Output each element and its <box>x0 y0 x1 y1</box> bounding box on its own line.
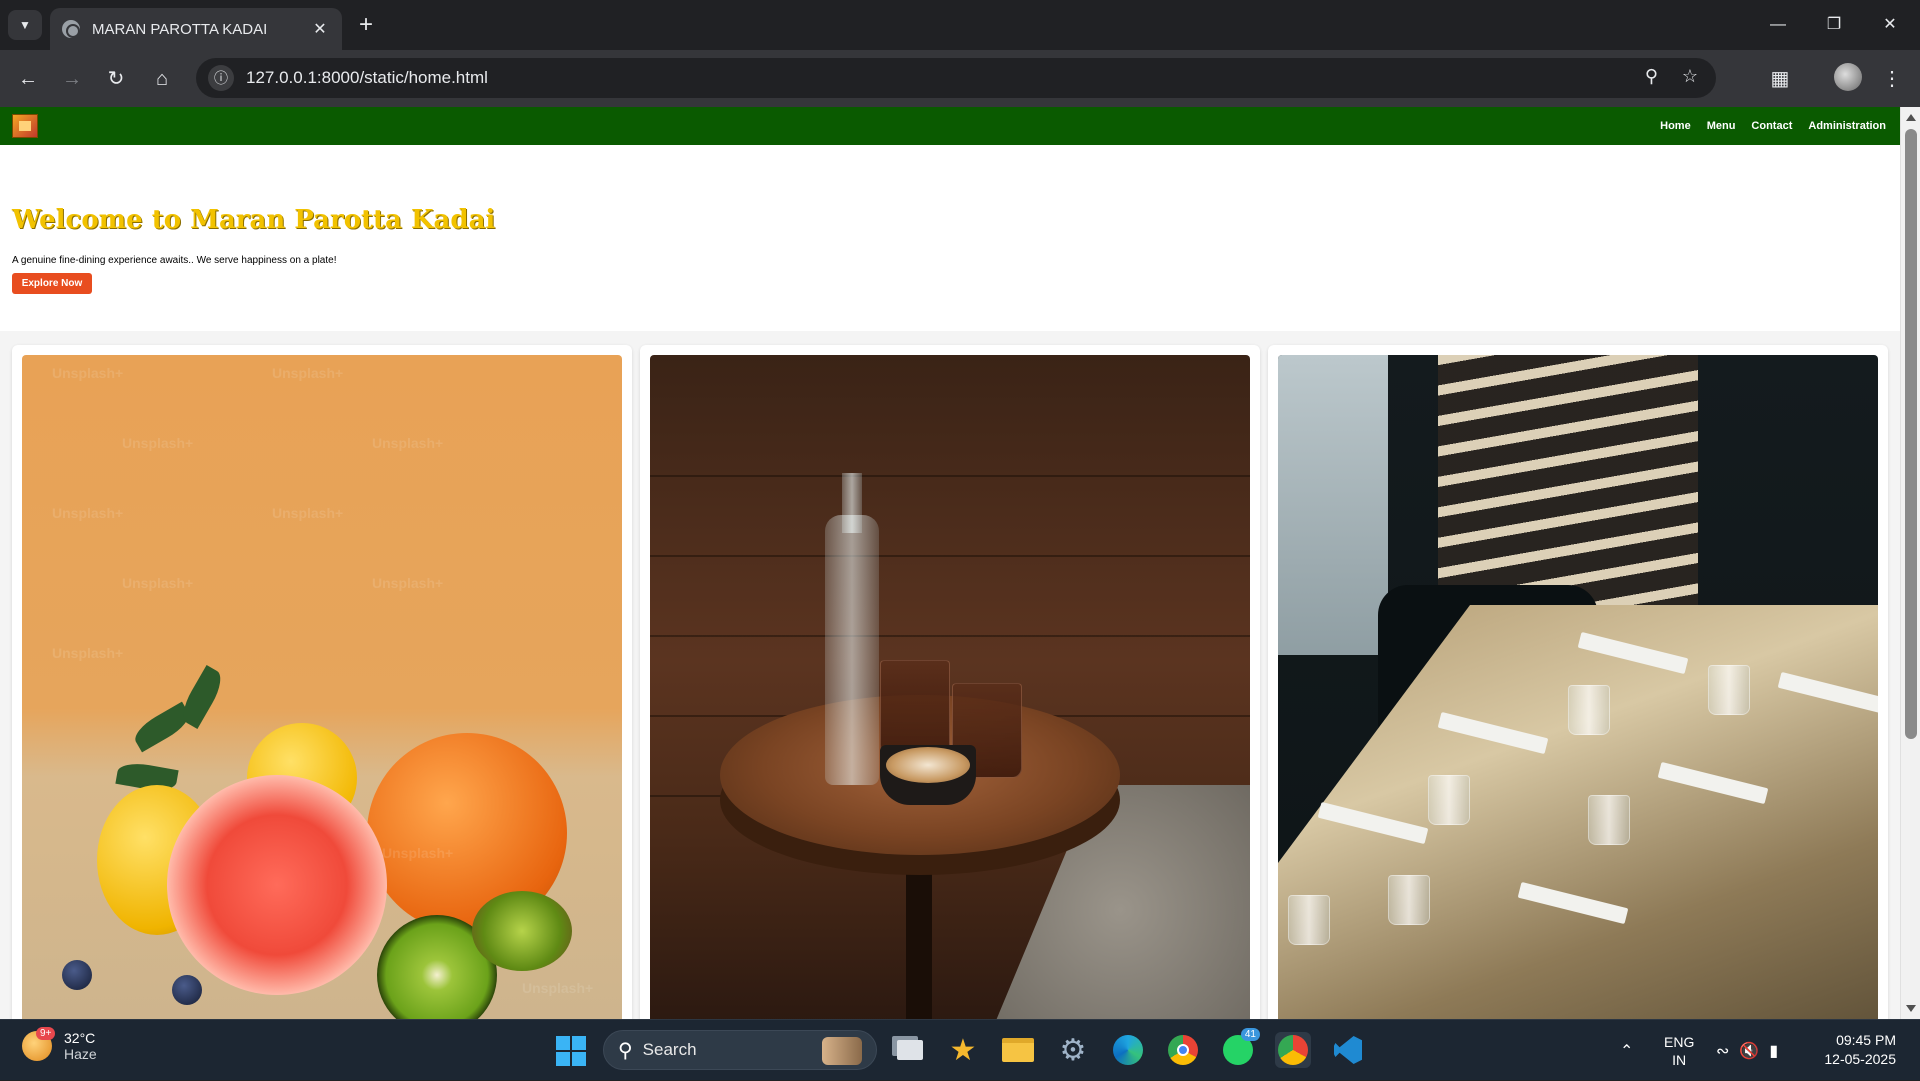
kebab-menu-icon[interactable]: ⋮ <box>1876 63 1908 95</box>
taskbar-search[interactable]: ⚲ Search <box>603 1030 877 1070</box>
new-tab-button[interactable]: + <box>352 12 380 40</box>
minimize-button[interactable]: — <box>1750 8 1806 42</box>
search-label: Search <box>642 1040 697 1059</box>
browser-toolbar: ← → ↻ ⌂ ⓘ 127.0.0.1:8000/static/home.htm… <box>0 50 1920 107</box>
citrus-fruit-photo: Unsplash+ Unsplash+ Unsplash+ Unsplash+ … <box>22 355 622 1019</box>
home-button[interactable]: ⌂ <box>146 63 178 95</box>
forward-button[interactable]: → <box>56 63 88 95</box>
extensions-icon[interactable]: ▦ <box>1764 63 1796 95</box>
site-logo[interactable] <box>12 114 38 138</box>
watermark-text: Unsplash+ <box>522 980 594 996</box>
browser-tab[interactable]: MARAN PAROTTA KADAI ✕ <box>50 8 342 50</box>
hero-section: Welcome to Maran Parotta Kadai A genuine… <box>0 145 1900 331</box>
file-explorer-icon[interactable] <box>1000 1032 1036 1068</box>
explore-now-button[interactable]: Explore Now <box>12 273 92 294</box>
site-info-icon[interactable]: ⓘ <box>208 65 234 91</box>
task-view-icon[interactable] <box>892 1032 928 1068</box>
windows-start-button[interactable] <box>556 1036 586 1066</box>
restaurant-table-photo <box>1278 355 1878 1019</box>
watermark-text: Unsplash+ <box>52 505 124 521</box>
chevron-down-icon: ▼ <box>19 18 31 32</box>
close-icon[interactable]: ✕ <box>310 19 330 39</box>
url-text[interactable]: 127.0.0.1:8000/static/home.html <box>246 68 488 88</box>
watermark-text: Unsplash+ <box>372 435 444 451</box>
tab-title: MARAN PAROTTA KADAI <box>92 20 268 38</box>
image-gallery: Unsplash+ Unsplash+ Unsplash+ Unsplash+ … <box>0 331 1900 1019</box>
watermark-text: Unsplash+ <box>122 575 194 591</box>
nav-administration[interactable]: Administration <box>1808 120 1886 132</box>
search-highlight-image <box>822 1037 862 1065</box>
scroll-up-arrow[interactable] <box>1906 114 1916 121</box>
taskbar-clock[interactable]: 09:45 PM 12-05-2025 <box>1824 1031 1896 1069</box>
chrome-icon[interactable] <box>1165 1032 1201 1068</box>
hero-title: Welcome to Maran Parotta Kadai <box>12 205 496 235</box>
nav-menu[interactable]: Menu <box>1707 120 1736 132</box>
restore-button[interactable]: ❐ <box>1806 8 1862 42</box>
tab-search-button[interactable]: ▼ <box>8 10 42 40</box>
whatsapp-icon[interactable]: 41 <box>1220 1028 1260 1068</box>
window-close-button[interactable]: ✕ <box>1862 8 1918 42</box>
clock-time: 09:45 PM <box>1836 1032 1896 1048</box>
watermark-text: Unsplash+ <box>52 645 124 661</box>
lang-top: ENG <box>1664 1033 1695 1050</box>
back-button[interactable]: ← <box>12 63 44 95</box>
speaker-muted-icon: 🔇 <box>1739 1042 1760 1060</box>
nav-home[interactable]: Home <box>1660 120 1691 132</box>
watermark-text: Unsplash+ <box>52 365 124 381</box>
reload-button[interactable]: ↻ <box>100 63 132 95</box>
scroll-thumb[interactable] <box>1905 129 1917 739</box>
windows-taskbar: 9+ 32°C Haze ⚲ Search ★ ⚙ 41 ⌃ ENG IN ∾ … <box>0 1019 1920 1080</box>
edge-browser-icon[interactable] <box>1110 1032 1146 1068</box>
gallery-card-citrus: Unsplash+ Unsplash+ Unsplash+ Unsplash+ … <box>12 345 632 1019</box>
show-hidden-icons[interactable]: ⌃ <box>1620 1020 1633 1081</box>
weather-haze-icon: 9+ <box>22 1027 56 1061</box>
page-viewport: Home Menu Contact Administration Welcome… <box>0 107 1920 1019</box>
vscode-icon[interactable] <box>1330 1032 1366 1068</box>
wifi-icon: ∾ <box>1716 1042 1730 1060</box>
watermark-text: Unsplash+ <box>372 575 444 591</box>
scroll-down-arrow[interactable] <box>1906 1005 1916 1012</box>
clock-date: 12-05-2025 <box>1824 1051 1896 1067</box>
address-bar[interactable]: ⓘ 127.0.0.1:8000/static/home.html ⚲ ☆ <box>196 58 1716 98</box>
gallery-card-cafe <box>640 345 1260 1019</box>
site-navbar: Home Menu Contact Administration <box>0 107 1900 145</box>
weather-desc: Haze <box>64 1046 97 1062</box>
lang-bottom: IN <box>1672 1051 1687 1068</box>
nav-links: Home Menu Contact Administration <box>1660 107 1886 145</box>
gallery-card-restaurant <box>1268 345 1888 1019</box>
page-scrollbar[interactable] <box>1900 107 1920 1019</box>
language-indicator[interactable]: ENG IN <box>1664 1020 1694 1081</box>
weather-temp: 32°C <box>64 1030 96 1046</box>
watermark-text: Unsplash+ <box>272 365 344 381</box>
profile-avatar[interactable] <box>1834 63 1862 91</box>
hero-subtitle: A genuine fine-dining experience awaits.… <box>12 255 337 266</box>
search-icon: ⚲ <box>618 1039 633 1062</box>
weather-widget[interactable]: 9+ 32°C Haze <box>22 1027 97 1062</box>
chevron-up-icon: ⌃ <box>1620 1042 1634 1060</box>
weather-badge: 9+ <box>36 1027 56 1040</box>
bookmark-star-icon[interactable]: ☆ <box>1682 66 1698 87</box>
watermark-text: Unsplash+ <box>272 505 344 521</box>
watermark-text: Unsplash+ <box>122 435 194 451</box>
settings-gear-icon[interactable]: ⚙ <box>1055 1032 1091 1068</box>
system-tray-icons[interactable]: ∾ 🔇 ▮ <box>1716 1020 1778 1081</box>
watermark-text: Unsplash+ <box>382 845 454 861</box>
globe-icon <box>62 20 80 38</box>
cafe-table-photo <box>650 355 1250 1019</box>
copilot-star-icon[interactable]: ★ <box>945 1032 981 1068</box>
battery-icon: ▮ <box>1769 1042 1779 1060</box>
whatsapp-badge: 41 <box>1240 1028 1260 1041</box>
zoom-icon[interactable]: ⚲ <box>1645 66 1658 87</box>
chrome-profile-icon[interactable] <box>1275 1032 1311 1068</box>
browser-tab-strip: ▼ MARAN PAROTTA KADAI ✕ + — ❐ ✕ <box>0 0 1920 50</box>
nav-contact[interactable]: Contact <box>1751 120 1792 132</box>
